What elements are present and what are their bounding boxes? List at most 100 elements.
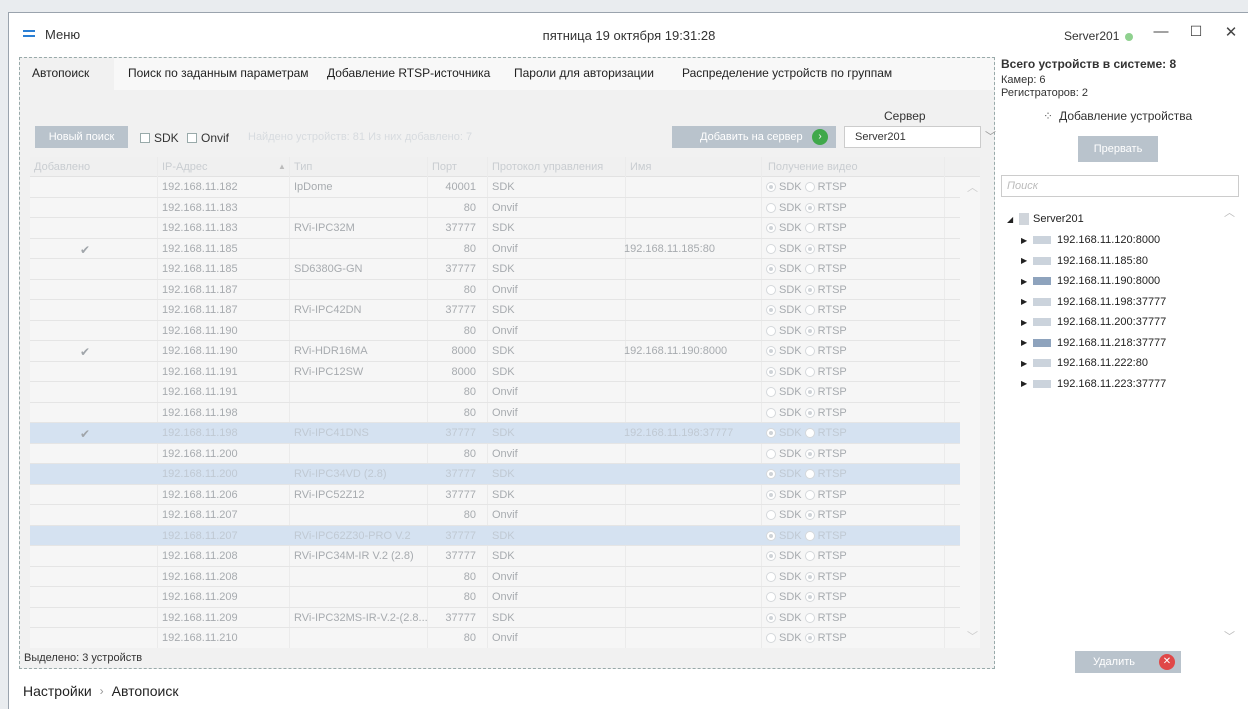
- table-row[interactable]: 192.168.11.210 80 Onvif SDK RTSP: [30, 628, 960, 648]
- abort-button[interactable]: Прервать: [1078, 136, 1158, 162]
- rtsp-radio[interactable]: [804, 510, 815, 520]
- table-row[interactable]: 192.168.11.208 80 Onvif SDK RTSP: [30, 567, 960, 587]
- table-row[interactable]: 192.168.11.187 RVi-IPC42DN 37777 SDK SDK RTSP: [30, 300, 960, 321]
- col-type[interactable]: Тип: [294, 161, 312, 173]
- sdk-radio[interactable]: [766, 633, 776, 643]
- rtsp-radio[interactable]: [804, 182, 815, 192]
- maximize-button[interactable]: ☐: [1186, 23, 1206, 40]
- tab-autosearch[interactable]: Автопоиск: [32, 66, 89, 80]
- close-button[interactable]: ✕: [1221, 23, 1241, 41]
- rtsp-radio[interactable]: [804, 633, 815, 643]
- sdk-radio[interactable]: [766, 489, 776, 500]
- tree-search-input[interactable]: Поиск: [1001, 175, 1239, 197]
- rtsp-radio[interactable]: [804, 592, 815, 602]
- rtsp-radio[interactable]: [804, 551, 815, 561]
- sdk-radio[interactable]: [766, 592, 776, 602]
- tree-device-item[interactable]: ▶ 192.168.11.190:8000: [1021, 275, 1160, 287]
- server-select[interactable]: Server201 ﹀: [844, 126, 996, 148]
- rtsp-radio[interactable]: [804, 612, 815, 623]
- table-row[interactable]: 192.168.11.185 SD6380G-GN 37777 SDK SDK RTSP: [30, 259, 960, 280]
- sdk-radio[interactable]: [766, 571, 776, 582]
- col-ip[interactable]: IP-Адрес: [162, 161, 208, 173]
- sdk-radio[interactable]: [766, 325, 776, 336]
- rtsp-radio[interactable]: [804, 407, 815, 418]
- add-to-server-button[interactable]: Добавить на сервер ›: [672, 126, 836, 148]
- sdk-radio[interactable]: [766, 305, 776, 315]
- onvif-checkbox[interactable]: Onvif: [187, 131, 229, 145]
- col-port[interactable]: Порт: [432, 161, 457, 173]
- tab-rtsp-source[interactable]: Добавление RTSP-источника: [327, 66, 490, 80]
- rtsp-radio[interactable]: [804, 325, 815, 336]
- tree-device-item[interactable]: ▶ 192.168.11.185:80: [1021, 255, 1148, 267]
- expand-icon[interactable]: ▶: [1021, 236, 1029, 245]
- new-search-button[interactable]: Новый поиск: [35, 126, 128, 148]
- sdk-radio[interactable]: [766, 530, 776, 541]
- minimize-button[interactable]: —: [1151, 23, 1171, 40]
- rtsp-radio[interactable]: [804, 305, 815, 315]
- scroll-up-icon[interactable]: ︿: [1224, 204, 1235, 220]
- expand-icon[interactable]: ▶: [1021, 297, 1029, 306]
- table-row[interactable]: 192.168.11.190 80 Onvif SDK RTSP: [30, 321, 960, 341]
- table-row[interactable]: 192.168.11.209 80 Onvif SDK RTSP: [30, 587, 960, 608]
- rtsp-radio[interactable]: [804, 366, 815, 377]
- rtsp-radio[interactable]: [804, 223, 815, 233]
- table-row[interactable]: 192.168.11.207 RVi-IPC62Z30-PRO V.2 37777 S…: [30, 525, 960, 546]
- rtsp-radio[interactable]: [804, 530, 815, 541]
- rtsp-radio[interactable]: [804, 243, 815, 254]
- table-row[interactable]: 192.168.11.191 RVi-IPC12SW 8000 SDK SDK RTSP: [30, 362, 960, 382]
- sdk-radio[interactable]: [766, 407, 776, 418]
- scroll-up-icon[interactable]: ︿: [967, 179, 978, 195]
- col-added[interactable]: Добавлено: [34, 161, 90, 173]
- tree-device-item[interactable]: ▶ 192.168.11.222:80: [1021, 357, 1148, 369]
- table-row[interactable]: 192.168.11.200 RVi-IPC34VD (2.8) 37777 SDK S…: [30, 464, 960, 485]
- table-row[interactable]: ✔ 192.168.11.198 RVi-IPC41DNS 37777 SDK 192.1…: [30, 423, 960, 444]
- rtsp-radio[interactable]: [804, 571, 815, 582]
- col-protocol[interactable]: Протокол управления: [492, 161, 603, 173]
- scroll-down-icon[interactable]: ﹀: [1224, 628, 1235, 644]
- sdk-radio[interactable]: [766, 264, 776, 274]
- sdk-radio[interactable]: [766, 243, 776, 254]
- expand-icon[interactable]: ▶: [1021, 338, 1029, 347]
- rtsp-radio[interactable]: [804, 428, 815, 438]
- table-row[interactable]: 192.168.11.191 80 Onvif SDK RTSP: [30, 382, 960, 403]
- table-row[interactable]: 192.168.11.183 80 Onvif SDK RTSP: [30, 198, 960, 218]
- collapse-icon[interactable]: ◢: [1007, 215, 1015, 224]
- sdk-radio[interactable]: [766, 202, 776, 213]
- rtsp-radio[interactable]: [804, 264, 815, 274]
- sdk-radio[interactable]: [766, 469, 776, 479]
- col-video[interactable]: Получение видео: [768, 161, 858, 173]
- delete-button[interactable]: Удалить ✕: [1075, 651, 1181, 673]
- sdk-radio[interactable]: [766, 223, 776, 233]
- tree-device-item[interactable]: ▶ 192.168.11.198:37777: [1021, 296, 1166, 308]
- sdk-radio[interactable]: [766, 366, 776, 377]
- tree-device-item[interactable]: ▶ 192.168.11.223:37777: [1021, 378, 1166, 390]
- breadcrumb-root[interactable]: Настройки: [23, 683, 92, 699]
- table-row[interactable]: 192.168.11.187 80 Onvif SDK RTSP: [30, 280, 960, 300]
- tab-auth-passwords[interactable]: Пароли для авторизации: [514, 66, 654, 80]
- expand-icon[interactable]: ▶: [1021, 379, 1029, 388]
- rtsp-radio[interactable]: [804, 448, 815, 459]
- expand-icon[interactable]: ▶: [1021, 318, 1029, 327]
- sdk-radio[interactable]: [766, 346, 776, 356]
- table-row[interactable]: 192.168.11.209 RVi-IPC32MS-IR-V.2-(2.8...…: [30, 608, 960, 628]
- sdk-checkbox[interactable]: SDK: [140, 131, 179, 145]
- rtsp-radio[interactable]: [804, 469, 815, 479]
- tab-device-groups[interactable]: Распределение устройств по группам: [682, 66, 892, 80]
- table-row[interactable]: 192.168.11.182 IpDome 40001 SDK SDK RTSP: [30, 177, 960, 198]
- table-row[interactable]: 192.168.11.198 80 Onvif SDK RTSP: [30, 403, 960, 423]
- expand-icon[interactable]: ▶: [1021, 359, 1029, 368]
- rtsp-radio[interactable]: [804, 387, 815, 397]
- col-name[interactable]: Имя: [630, 161, 651, 173]
- scroll-down-icon[interactable]: ﹀: [967, 628, 978, 644]
- table-row[interactable]: 192.168.11.183 RVi-IPC32M 37777 SDK SDK RTSP: [30, 218, 960, 239]
- sdk-radio[interactable]: [766, 387, 776, 397]
- sdk-radio[interactable]: [766, 612, 776, 623]
- table-row[interactable]: 192.168.11.207 80 Onvif SDK RTSP: [30, 505, 960, 526]
- tree-device-item[interactable]: ▶ 192.168.11.218:37777: [1021, 337, 1166, 349]
- sdk-radio[interactable]: [766, 448, 776, 459]
- table-row[interactable]: 192.168.11.206 RVi-IPC52Z12 37777 SDK SDK RTS…: [30, 485, 960, 505]
- tree-device-item[interactable]: ▶ 192.168.11.120:8000: [1021, 234, 1160, 246]
- rtsp-radio[interactable]: [804, 284, 815, 295]
- sdk-radio[interactable]: [766, 510, 776, 520]
- tree-root-server[interactable]: ◢ Server201: [1007, 213, 1084, 225]
